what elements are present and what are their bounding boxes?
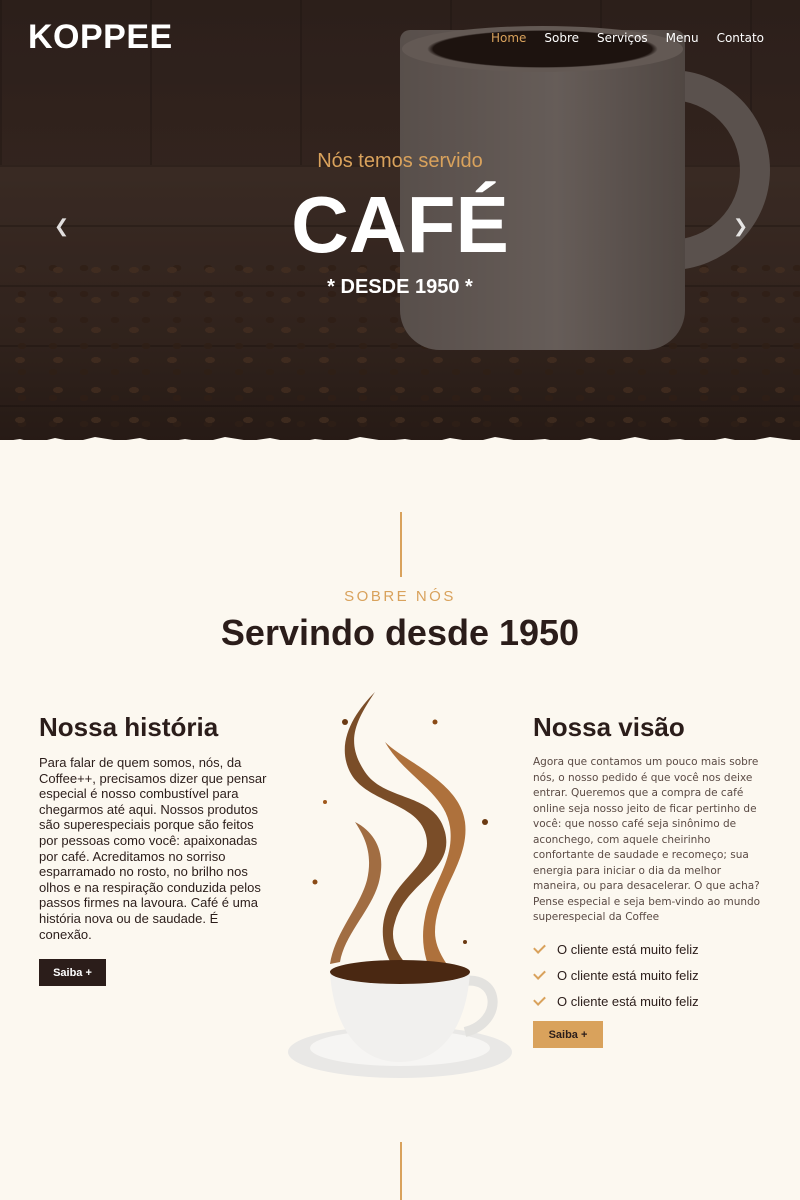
vision-text: Agora que contamos um pouco mais sobre n… bbox=[533, 756, 761, 923]
history-column: Nossa história Para falar de quem somos,… bbox=[39, 712, 271, 942]
main-nav: Home Sobre Serviços Menu Contato bbox=[473, 31, 764, 45]
history-title: Nossa história bbox=[39, 712, 219, 742]
nav-item-menu[interactable]: Menu bbox=[666, 31, 699, 45]
vision-column: Nossa visão Agora que contamos um pouco … bbox=[533, 712, 768, 926]
list-item: O cliente está muito feliz bbox=[533, 988, 773, 1014]
check-icon bbox=[533, 994, 547, 1008]
vision-title: Nossa visão bbox=[533, 712, 685, 742]
coffee-splash-cup-image bbox=[288, 692, 512, 1078]
check-icon bbox=[533, 968, 547, 982]
nav-item-home[interactable]: Home bbox=[491, 31, 526, 45]
section-divider-line-bottom bbox=[400, 1142, 402, 1200]
nav-item-sobre[interactable]: Sobre bbox=[544, 31, 579, 45]
list-item: O cliente está muito feliz bbox=[533, 936, 773, 962]
section-kicker: SOBRE NÓS bbox=[344, 588, 456, 605]
vision-more-button[interactable]: Saiba + bbox=[533, 1021, 603, 1048]
site-logo[interactable]: KOPPEE bbox=[28, 18, 173, 57]
check-label: O cliente está muito feliz bbox=[557, 941, 699, 957]
chevron-right-icon[interactable]: ❯ bbox=[733, 216, 748, 237]
history-more-button[interactable]: Saiba + bbox=[39, 959, 106, 986]
torn-paper-edge bbox=[0, 434, 800, 450]
chevron-left-icon[interactable]: ❮ bbox=[54, 216, 69, 237]
check-label: O cliente está muito feliz bbox=[557, 993, 699, 1009]
history-text: Para falar de quem somos, nós, da Coffee… bbox=[39, 755, 267, 942]
check-label: O cliente está muito feliz bbox=[557, 967, 699, 983]
vision-checklist: O cliente está muito feliz O cliente est… bbox=[533, 936, 773, 1014]
section-title: Servindo desde 1950 bbox=[220, 612, 580, 653]
nav-item-contato[interactable]: Contato bbox=[717, 31, 764, 45]
hero-title: CAFÉ bbox=[291, 180, 509, 269]
nav-item-servicos[interactable]: Serviços bbox=[597, 31, 648, 45]
hero-banner: KOPPEE Home Sobre Serviços Menu Contato … bbox=[0, 0, 800, 450]
section-divider-line bbox=[400, 512, 402, 577]
check-icon bbox=[533, 942, 547, 956]
hero-since: * DESDE 1950 * bbox=[327, 276, 473, 298]
list-item: O cliente está muito feliz bbox=[533, 962, 773, 988]
hero-subtitle: Nós temos servido bbox=[317, 150, 483, 172]
